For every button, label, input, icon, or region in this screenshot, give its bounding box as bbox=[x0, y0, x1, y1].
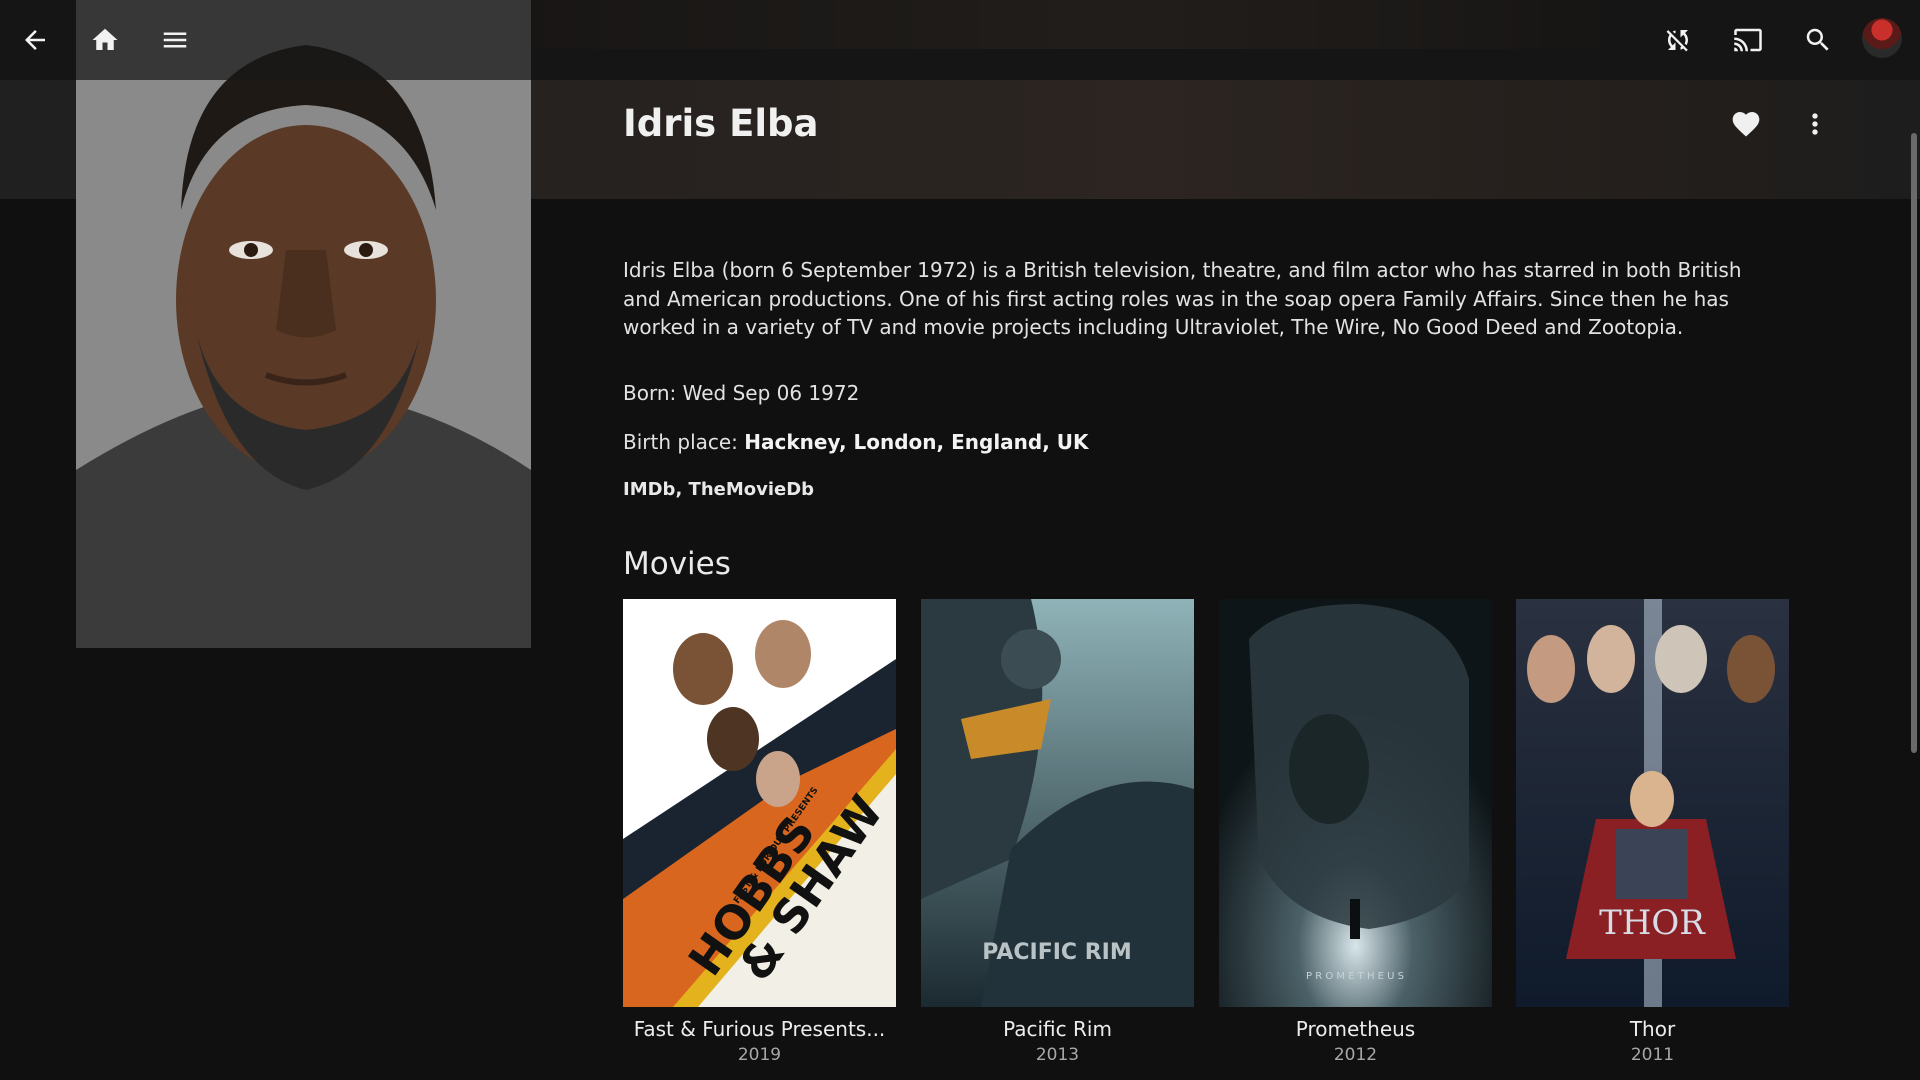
movie-year: 2013 bbox=[1035, 1045, 1080, 1065]
movie-title: Prometheus bbox=[1295, 1017, 1416, 1041]
movie-poster: THOR bbox=[1516, 599, 1789, 1007]
person-name: Idris Elba bbox=[623, 102, 819, 145]
movie-year: 2011 bbox=[1630, 1045, 1675, 1065]
menu-icon bbox=[163, 32, 187, 48]
home-button[interactable] bbox=[83, 18, 127, 62]
page-scrollbar[interactable] bbox=[1911, 133, 1917, 753]
birthplace-label: Birth place: bbox=[623, 430, 738, 454]
favorite-button[interactable] bbox=[1726, 104, 1766, 144]
poster-title: P R O M E T H E U S bbox=[1306, 971, 1404, 982]
sync-disabled-icon bbox=[1666, 30, 1688, 52]
user-avatar[interactable] bbox=[1862, 18, 1902, 58]
links-separator: , bbox=[675, 479, 689, 500]
born-label: Born: bbox=[623, 381, 677, 405]
home-icon bbox=[92, 28, 118, 50]
themoviedb-link[interactable]: TheMovieDb bbox=[689, 479, 815, 500]
cast-button[interactable] bbox=[1726, 18, 1770, 62]
movie-poster: P R O M E T H E U S bbox=[1219, 599, 1492, 1007]
movie-card[interactable]: THOR Thor 2011 bbox=[1516, 599, 1789, 1065]
top-navigation-bar bbox=[0, 0, 1920, 80]
movie-year: 2019 bbox=[737, 1045, 782, 1065]
search-button[interactable] bbox=[1796, 18, 1840, 62]
back-arrow-icon bbox=[25, 30, 45, 50]
movie-year: 2012 bbox=[1333, 1045, 1378, 1065]
poster-title: THOR bbox=[1599, 903, 1706, 943]
born-info: Born: Wed Sep 06 1972 bbox=[623, 381, 859, 405]
movie-poster: PACIFIC RIM bbox=[921, 599, 1194, 1007]
movie-title: Fast & Furious Presents... bbox=[633, 1017, 886, 1041]
more-vert-icon bbox=[1812, 113, 1818, 135]
person-overview: Idris Elba (born 6 September 1972) is a … bbox=[623, 258, 1742, 339]
movie-card[interactable]: PACIFIC RIM Pacific Rim 2013 bbox=[921, 599, 1194, 1065]
birthplace-info: Birth place: Hackney, London, England, U… bbox=[623, 430, 1089, 454]
movies-section-title: Movies bbox=[623, 546, 731, 582]
movie-card[interactable]: P R O M E T H E U S Prometheus 2012 bbox=[1219, 599, 1492, 1065]
cast-icon bbox=[1734, 28, 1762, 52]
search-icon bbox=[1806, 28, 1829, 51]
person-portrait bbox=[76, 0, 531, 648]
movie-title: Pacific Rim bbox=[1003, 1017, 1112, 1041]
movie-poster: FAST & FURIOUS PRESENTS HOBBS & SHAW bbox=[623, 599, 896, 1007]
poster-title: PACIFIC RIM bbox=[982, 940, 1132, 965]
movie-card[interactable]: FAST & FURIOUS PRESENTS HOBBS & SHAW Fas… bbox=[623, 599, 896, 1065]
menu-button[interactable] bbox=[153, 18, 197, 62]
movie-title: Thor bbox=[1629, 1017, 1676, 1041]
heart-icon bbox=[1732, 112, 1760, 137]
more-options-button[interactable] bbox=[1795, 104, 1835, 144]
sync-button[interactable] bbox=[1656, 18, 1700, 62]
born-value: Wed Sep 06 1972 bbox=[682, 381, 860, 405]
imdb-link[interactable]: IMDb bbox=[623, 479, 675, 500]
back-button[interactable] bbox=[13, 18, 57, 62]
birthplace-value: Hackney, London, England, UK bbox=[744, 430, 1089, 454]
external-links: IMDb, TheMovieDb bbox=[623, 479, 814, 500]
